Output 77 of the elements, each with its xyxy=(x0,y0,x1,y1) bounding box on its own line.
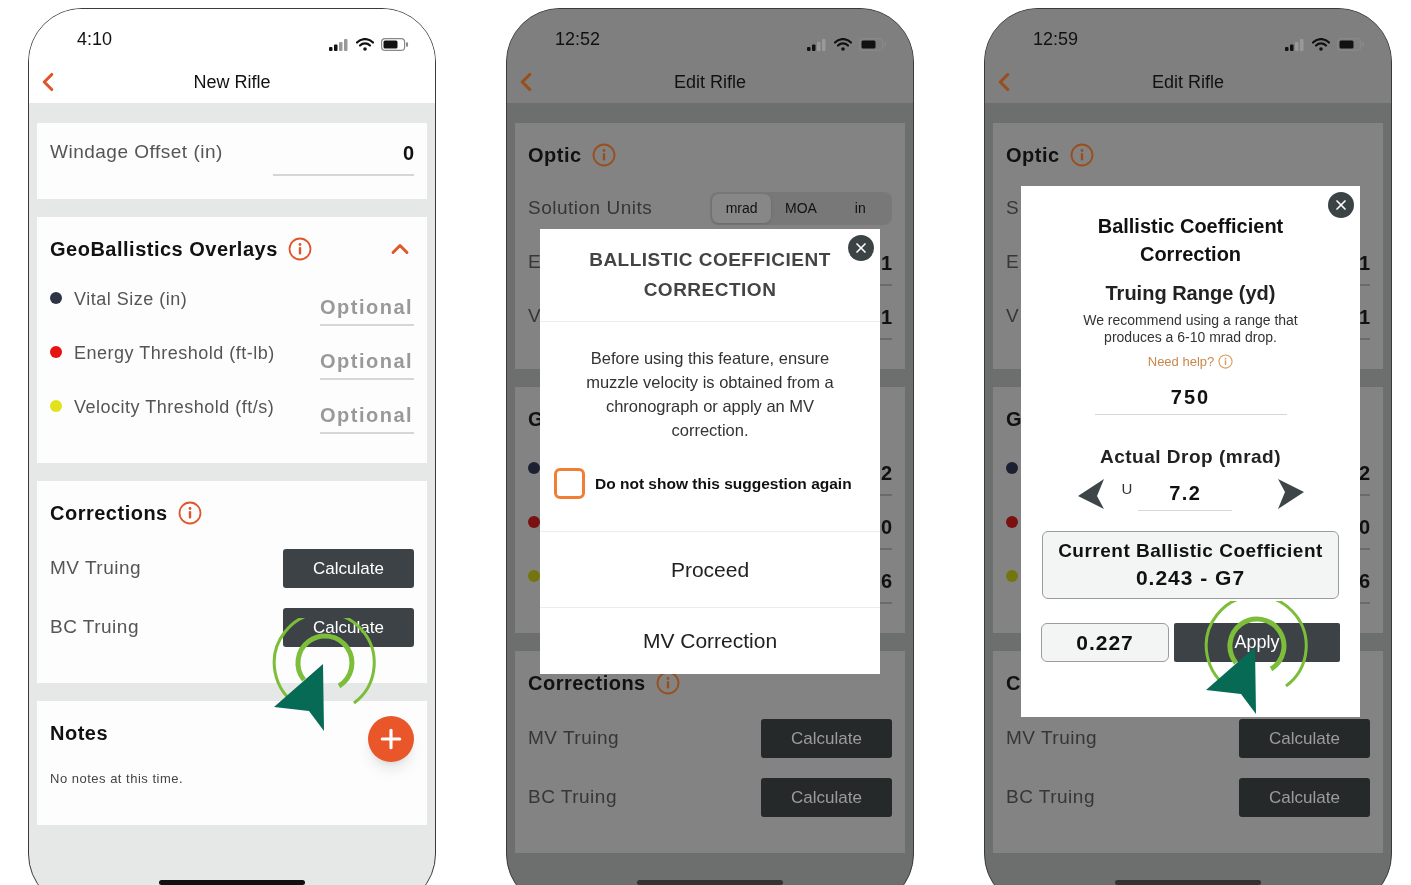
row-label: MV Truing xyxy=(50,556,142,581)
info-icon[interactable] xyxy=(177,501,202,525)
close-button[interactable] xyxy=(1328,192,1354,218)
input-field[interactable]: Optional xyxy=(320,346,414,380)
calculate-button[interactable]: Calculate xyxy=(761,719,892,758)
add-button[interactable] xyxy=(368,716,414,762)
screen-title: Edit Rifle xyxy=(1152,70,1224,94)
range-input[interactable]: 750 xyxy=(1094,381,1287,415)
current-coefficient-label: Current Ballistic Coefficient xyxy=(1058,539,1323,563)
new-coefficient-field[interactable]: 0.227 xyxy=(1041,623,1169,662)
checkbox-label: Do not show this suggestion again xyxy=(595,473,852,494)
section-title: Optic xyxy=(528,143,582,168)
field-label: V xyxy=(1006,303,1020,328)
wifi-icon xyxy=(1312,38,1330,51)
row-label: BC Truing xyxy=(528,785,617,810)
row-label: BC Truing xyxy=(50,615,139,640)
field-label: E xyxy=(1006,249,1020,274)
status-time: 4:10 xyxy=(77,28,113,51)
battery-icon xyxy=(381,38,409,51)
battery-icon xyxy=(859,38,887,51)
range-label: Truing Range (yd) xyxy=(1105,281,1276,306)
row-label: MV Truing xyxy=(1006,726,1098,751)
calculate-button[interactable]: Calculate xyxy=(761,778,892,817)
info-icon[interactable] xyxy=(287,237,312,261)
field-label: Vital Size (in) xyxy=(74,287,188,311)
row-label: BC Truing xyxy=(1006,785,1095,810)
signal-icon xyxy=(329,38,349,51)
dialog-title: BALLISTIC COEFFICIENT CORRECTION xyxy=(588,248,832,302)
segment-tab[interactable]: in xyxy=(830,193,890,223)
current-coefficient-value: 0.243 - G7 xyxy=(1135,565,1246,591)
section-title: Corrections xyxy=(528,671,646,696)
section-title: Notes xyxy=(50,721,109,746)
dialog-action[interactable]: MV Correction xyxy=(540,608,880,674)
field-label: V xyxy=(528,303,542,328)
field-label: E xyxy=(528,249,542,274)
row-label: MV Truing xyxy=(528,726,620,751)
range-hint: We recommend using a range that produces a 6-10 mrad drop. xyxy=(1082,312,1299,346)
dialog-title: Ballistic Coefficient Correction xyxy=(1096,214,1285,267)
wifi-icon xyxy=(356,38,374,51)
section-title: GeoBallistics Overlays xyxy=(50,237,278,262)
section-title: C xyxy=(1006,671,1021,696)
close-icon xyxy=(853,240,869,256)
info-icon[interactable] xyxy=(655,671,680,695)
calculate-button[interactable]: Calculate xyxy=(1239,719,1370,758)
close-icon xyxy=(1333,197,1349,213)
segment-tab[interactable]: MOA xyxy=(771,193,831,223)
screen-title: Edit Rifle xyxy=(674,70,746,94)
signal-icon xyxy=(1285,38,1305,51)
input-field[interactable]: Optional xyxy=(320,292,414,326)
checkbox[interactable] xyxy=(554,468,585,499)
field-label: S xyxy=(1006,195,1020,220)
field-label: Windage Offset (in) xyxy=(50,139,223,164)
drop-input[interactable]: 7.2 xyxy=(1138,477,1233,511)
increase-arrow-icon[interactable] xyxy=(1275,477,1306,511)
screen-title: New Rifle xyxy=(193,70,271,94)
calculate-button[interactable]: Calculate xyxy=(283,549,414,588)
status-time: 12:52 xyxy=(555,28,601,51)
drop-label: Actual Drop (mrad) xyxy=(1099,444,1282,469)
section-title: Optic xyxy=(1006,143,1060,168)
field-label: Velocity Threshold (ft/s) xyxy=(74,395,275,419)
calculate-button[interactable]: Calculate xyxy=(1239,778,1370,817)
battery-icon xyxy=(1337,38,1365,51)
signal-icon xyxy=(807,38,827,51)
section-title: Corrections xyxy=(50,501,168,526)
input-field[interactable]: Optional xyxy=(320,400,414,434)
segment-tab[interactable]: mrad xyxy=(712,193,772,223)
section-title: G xyxy=(1006,407,1023,432)
empty-notes-text: No notes at this time. xyxy=(50,770,184,789)
field-label: Solution Units xyxy=(528,195,653,220)
field-label: Energy Threshold (ft-lb) xyxy=(74,341,275,365)
unit-label: U xyxy=(1121,478,1133,499)
dialog-action[interactable]: Proceed xyxy=(540,532,880,608)
wifi-icon xyxy=(834,38,852,51)
dialog-message: Before using this feature, ensure muzzle velocity is obtained from a chronograph or apply an MV correction. xyxy=(585,348,835,441)
value-field[interactable]: 0 xyxy=(273,138,414,176)
status-time: 12:59 xyxy=(1033,28,1079,51)
close-button[interactable] xyxy=(848,235,874,261)
